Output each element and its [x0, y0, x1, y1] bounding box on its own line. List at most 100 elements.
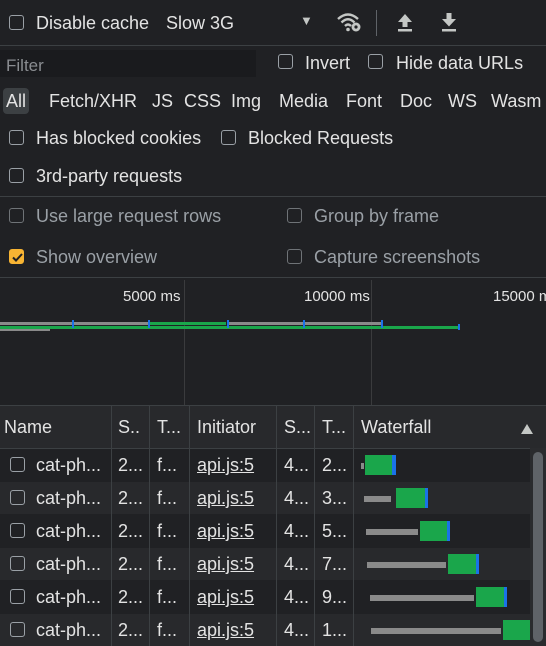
show-overview-checkbox[interactable]	[9, 249, 24, 264]
table-scrollbar-thumb[interactable]	[533, 452, 543, 642]
type-filter-js[interactable]: JS	[152, 88, 173, 114]
sort-ascending-icon[interactable]	[520, 419, 534, 440]
request-name[interactable]: cat-ph...	[36, 454, 101, 476]
hide-data-urls-checkbox[interactable]	[368, 54, 383, 69]
waterfall-download-bar	[448, 554, 477, 574]
upload-icon[interactable]	[396, 12, 414, 37]
column-header-size[interactable]: S...	[284, 406, 311, 448]
waterfall-queue-bar	[371, 628, 501, 634]
column-separator[interactable]	[189, 406, 190, 646]
column-header-name[interactable]: Name	[4, 406, 52, 448]
request-time: 5...	[322, 521, 348, 541]
type-filter-media[interactable]: Media	[279, 88, 328, 114]
request-name[interactable]: cat-ph...	[36, 487, 101, 509]
overview-panel[interactable]	[0, 278, 546, 405]
waterfall-receive-bar	[392, 455, 396, 475]
request-type: f...	[157, 587, 178, 607]
throttle-select[interactable]: Slow 3G	[166, 12, 234, 34]
table-row[interactable]: cat-ph... 2... f... api.js:5 4... 2...	[0, 449, 530, 481]
waterfall-download-bar	[420, 521, 448, 541]
column-header-type[interactable]: T...	[157, 406, 181, 448]
hide-data-urls-label: Hide data URLs	[396, 53, 524, 73]
capture-screenshots-label: Capture screenshots	[314, 247, 481, 267]
group-by-frame-checkbox[interactable]	[287, 208, 302, 223]
wifi-settings-icon[interactable]	[336, 10, 362, 39]
request-size: 4...	[284, 455, 310, 475]
overview-tick-label: 10000 ms	[304, 288, 370, 305]
column-separator[interactable]	[149, 406, 150, 646]
column-header-waterfall[interactable]: Waterfall	[361, 406, 431, 448]
type-filter-doc[interactable]: Doc	[400, 88, 432, 114]
waterfall-receive-bar	[504, 587, 507, 607]
request-size: 4...	[284, 587, 310, 607]
request-status: 2...	[118, 554, 144, 574]
filter-input-container[interactable]	[0, 50, 256, 77]
download-icon[interactable]	[440, 12, 458, 37]
row-select-checkbox[interactable]	[10, 556, 25, 571]
invert-checkbox[interactable]	[278, 54, 293, 69]
table-row[interactable]: cat-ph... 2... f... api.js:5 4... 3...	[0, 482, 530, 514]
row-select-checkbox[interactable]	[10, 457, 25, 472]
request-name[interactable]: cat-ph...	[36, 520, 101, 542]
waterfall-queue-bar	[364, 496, 391, 502]
waterfall-download-bar	[476, 587, 505, 607]
request-size: 4...	[284, 488, 310, 508]
disable-cache-checkbox[interactable]	[9, 15, 24, 30]
request-initiator-link[interactable]: api.js:5	[197, 619, 254, 641]
column-separator[interactable]	[353, 406, 354, 646]
table-row[interactable]: cat-ph... 2... f... api.js:5 4... 5...	[0, 515, 530, 547]
row-select-checkbox[interactable]	[10, 589, 25, 604]
table-row[interactable]: cat-ph... 2... f... api.js:5 4... 7...	[0, 548, 530, 580]
type-filter-font[interactable]: Font	[346, 88, 382, 114]
row-select-checkbox[interactable]	[10, 622, 25, 637]
show-overview-label: Show overview	[36, 247, 158, 267]
toolbar-divider	[376, 10, 377, 36]
request-name[interactable]: cat-ph...	[36, 553, 101, 575]
type-filter-ws[interactable]: WS	[448, 88, 477, 114]
column-separator[interactable]	[276, 406, 277, 646]
row-select-checkbox[interactable]	[10, 523, 25, 538]
request-initiator-link[interactable]: api.js:5	[197, 487, 254, 509]
request-name[interactable]: cat-ph...	[36, 586, 101, 608]
blocked-requests-checkbox[interactable]	[221, 130, 236, 145]
type-filter-all[interactable]: All	[3, 88, 30, 114]
column-separator[interactable]	[111, 406, 112, 646]
request-initiator-link[interactable]: api.js:5	[197, 520, 254, 542]
request-type: f...	[157, 521, 178, 541]
type-filter-wasm[interactable]: Wasm	[491, 88, 541, 114]
request-initiator-link[interactable]: api.js:5	[197, 454, 254, 476]
capture-screenshots-checkbox[interactable]	[287, 249, 302, 264]
request-initiator-link[interactable]: api.js:5	[197, 553, 254, 575]
column-header-initiator[interactable]: Initiator	[197, 406, 256, 448]
third-party-requests-label: 3rd-party requests	[36, 166, 183, 186]
request-type: f...	[157, 620, 178, 640]
large-rows-checkbox[interactable]	[9, 208, 24, 223]
column-header-time[interactable]: T...	[322, 406, 346, 448]
third-party-requests-checkbox[interactable]	[9, 168, 24, 183]
filters-separator	[0, 196, 546, 197]
request-status: 2...	[118, 620, 144, 640]
filter-input[interactable]	[0, 50, 256, 77]
has-blocked-cookies-checkbox[interactable]	[9, 130, 24, 145]
request-time: 3...	[322, 488, 348, 508]
request-type: f...	[157, 554, 178, 574]
type-filter-fetch-xhr[interactable]: Fetch/XHR	[49, 88, 137, 114]
request-initiator-link[interactable]: api.js:5	[197, 586, 254, 608]
request-time: 1...	[322, 620, 348, 640]
request-type: f...	[157, 488, 178, 508]
request-time: 9...	[322, 587, 348, 607]
column-separator[interactable]	[314, 406, 315, 646]
waterfall-download-bar	[503, 620, 530, 640]
row-select-checkbox[interactable]	[10, 490, 25, 505]
type-filter-css[interactable]: CSS	[184, 88, 221, 114]
waterfall-download-bar	[396, 488, 426, 508]
type-filter-img[interactable]: Img	[231, 88, 261, 114]
request-name[interactable]: cat-ph...	[36, 619, 101, 641]
table-row[interactable]: cat-ph... 2... f... api.js:5 4... 1...	[0, 614, 530, 646]
chevron-down-icon[interactable]: ▼	[300, 13, 313, 28]
invert-label: Invert	[305, 53, 351, 73]
column-header-status[interactable]: S..	[118, 406, 140, 448]
request-status: 2...	[118, 521, 144, 541]
waterfall-download-bar	[365, 455, 392, 475]
table-row[interactable]: cat-ph... 2... f... api.js:5 4... 9...	[0, 581, 530, 613]
